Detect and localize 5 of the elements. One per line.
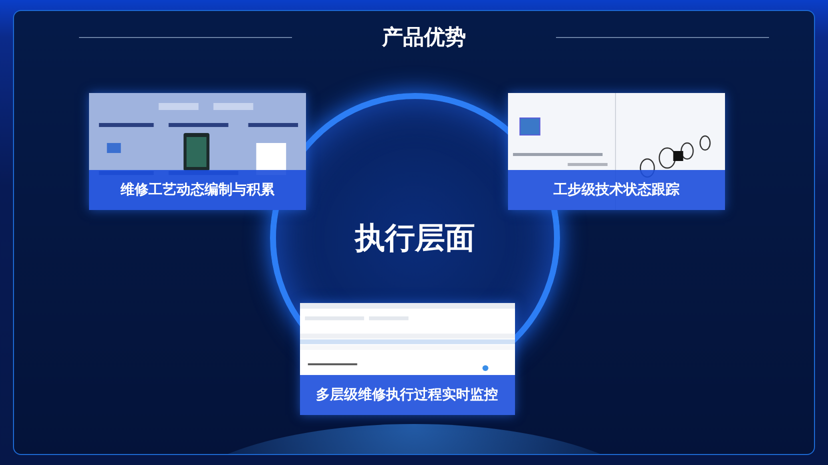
slide-title: 产品优势 [381, 24, 467, 51]
center-label: 执行层面 [355, 220, 475, 258]
card-caption: 多层级维修执行过程实时监控 [300, 375, 514, 415]
card-caption: 维修工艺动态编制与积累 [89, 170, 306, 210]
card-caption: 工步级技术状态跟踪 [508, 170, 725, 210]
